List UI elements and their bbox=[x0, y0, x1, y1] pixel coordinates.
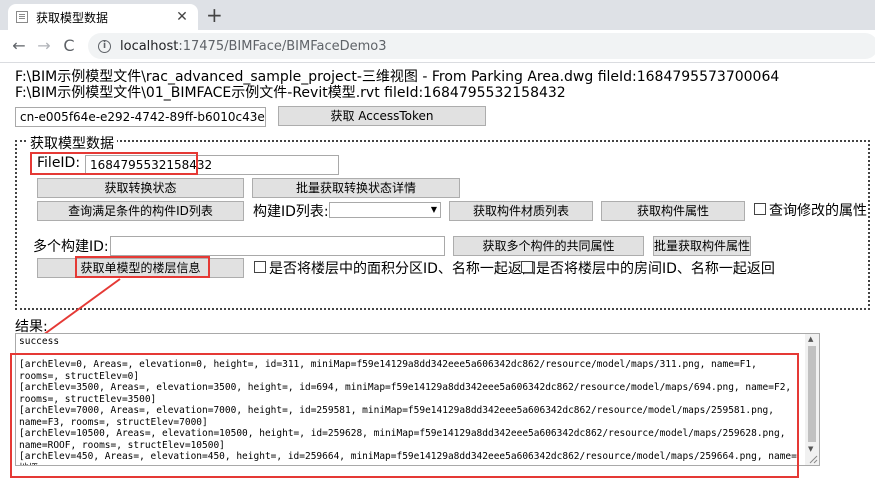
get-material-list-button[interactable]: 获取构件材质列表 bbox=[449, 201, 593, 221]
query-modified-checkbox[interactable] bbox=[754, 203, 766, 215]
query-modified-label: 查询修改的属性 bbox=[769, 203, 867, 219]
get-component-props-button[interactable]: 获取构件属性 bbox=[601, 201, 745, 221]
browser-tab[interactable]: 获取模型数据 ✕ bbox=[8, 4, 198, 30]
info-icon[interactable]: i bbox=[98, 39, 111, 53]
result-scrollbar[interactable]: ▲ ▼ bbox=[805, 334, 819, 465]
query-component-ids-button[interactable]: 查询满足条件的构件ID列表 bbox=[37, 201, 244, 221]
scroll-down-icon[interactable]: ▼ bbox=[808, 445, 813, 453]
batch-get-props-button[interactable]: 批量获取构件属性 bbox=[653, 236, 751, 256]
url-host: localhost bbox=[120, 38, 179, 54]
page-icon bbox=[16, 11, 28, 23]
floor-button-highlight-box bbox=[75, 256, 210, 278]
get-access-token-button[interactable]: 获取 AccessToken bbox=[278, 106, 486, 126]
new-tab-icon[interactable]: + bbox=[206, 4, 223, 26]
access-token-input[interactable]: cn-e005f64e-e292-4742-89ff-b6010c43eaae bbox=[15, 107, 266, 127]
browser-toolbar: ← → C i localhost:17475/BIMFace/BIMFaceD… bbox=[0, 30, 875, 63]
include-area-checkbox[interactable] bbox=[254, 261, 266, 273]
batch-conversion-status-button[interactable]: 批量获取转换状态详情 bbox=[252, 178, 460, 198]
include-area-label: 是否将楼层中的面积分区ID、名称一起返回 bbox=[269, 261, 536, 277]
result-highlight-box bbox=[10, 353, 799, 478]
id-list-label: 构建ID列表: bbox=[253, 204, 329, 220]
reload-icon[interactable]: C bbox=[58, 35, 80, 57]
panel-legend: 获取模型数据 bbox=[27, 133, 117, 153]
tab-title: 获取模型数据 bbox=[36, 10, 109, 25]
include-room-checkbox[interactable] bbox=[521, 261, 533, 273]
fileid-highlight-box bbox=[30, 152, 198, 175]
tab-strip: 获取模型数据 ✕ + bbox=[0, 0, 875, 30]
include-room-label: 是否将楼层中的房间ID、名称一起返回 bbox=[536, 261, 775, 277]
address-bar[interactable]: i localhost:17475/BIMFace/BIMFaceDemo3 bbox=[88, 33, 875, 59]
url-path: :17475/BIMFace/BIMFaceDemo3 bbox=[178, 38, 387, 54]
get-common-props-button[interactable]: 获取多个构件的共同属性 bbox=[453, 236, 644, 256]
multi-ids-label: 多个构建ID: bbox=[33, 239, 109, 255]
chevron-down-icon: ▼ bbox=[430, 205, 437, 214]
file-line-rvt: F:\BIM示例模型文件\01_BIMFACE示例文件-Revit模型.rvt … bbox=[15, 85, 566, 101]
id-list-select[interactable]: ▼ bbox=[329, 202, 441, 218]
close-tab-icon[interactable]: ✕ bbox=[174, 9, 190, 25]
get-conversion-status-button[interactable]: 获取转换状态 bbox=[37, 178, 244, 198]
forward-arrow-icon[interactable]: → bbox=[33, 35, 55, 57]
resize-handle-icon[interactable] bbox=[808, 454, 818, 464]
scroll-up-icon[interactable]: ▲ bbox=[808, 335, 813, 343]
back-arrow-icon[interactable]: ← bbox=[8, 35, 30, 57]
multi-ids-input[interactable] bbox=[110, 236, 445, 256]
scrollbar-thumb[interactable] bbox=[808, 346, 816, 442]
